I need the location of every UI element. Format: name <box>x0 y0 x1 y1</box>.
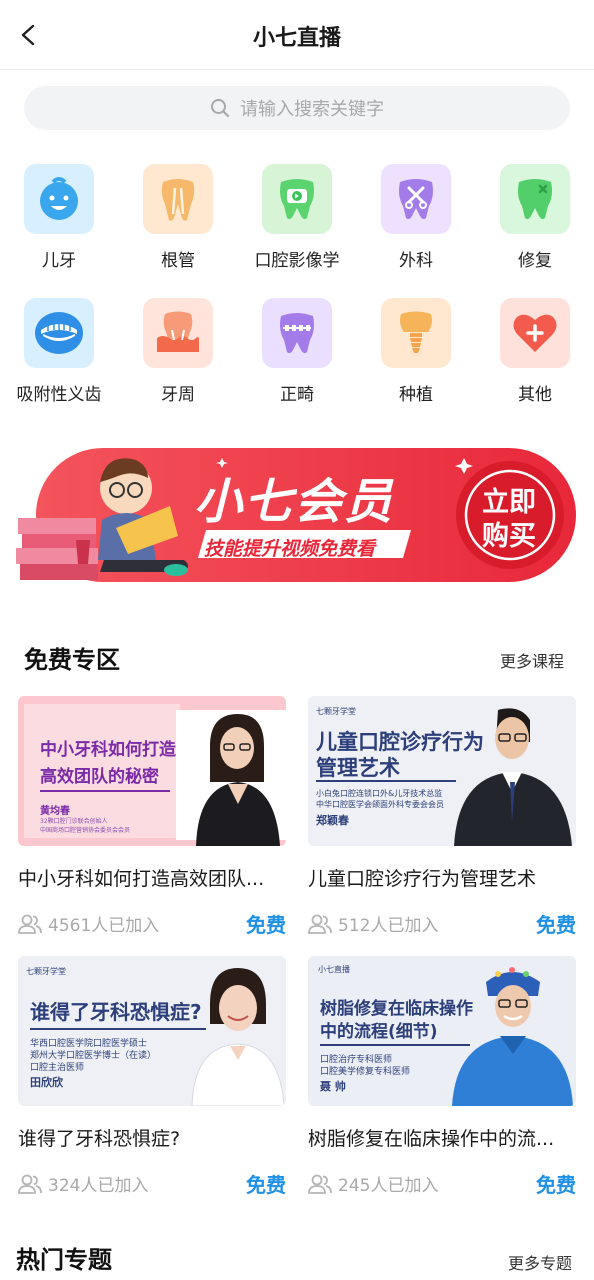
tooth-root-icon <box>143 164 213 234</box>
free-section-title: 免费专区 <box>24 646 120 674</box>
repair-tooth-icon <box>500 164 570 234</box>
users-icon <box>18 914 42 934</box>
membership-banner[interactable]: 小七会员 技能提升视频免费看 立即 购买 <box>16 440 578 588</box>
thumb-speaker: 郑颖春 <box>316 814 349 827</box>
page-title: 小七直播 <box>252 26 341 51</box>
category-item-other[interactable]: 其他 <box>476 298 594 408</box>
buy-now-line2: 购买 <box>482 521 536 552</box>
brand-logo: 七颗牙学堂 <box>26 967 66 976</box>
thumb-line1: 小白兔口腔连锁口外&儿牙技术总监 <box>316 789 443 798</box>
category-item-periodontal[interactable]: 牙周 <box>119 298 237 408</box>
course-thumbnail: 中小牙科如何打造 高效团队的秘密 黄均春 32颗口腔门诊联合创始人 中国商场口腔… <box>18 696 286 846</box>
users-icon <box>308 1174 332 1194</box>
speaker-photo <box>196 714 280 846</box>
speaker-photo <box>452 967 573 1106</box>
baby-face-icon <box>24 164 94 234</box>
category-item-orthodontics[interactable]: 正畸 <box>238 298 356 408</box>
course-meta: 4561人已加入 免费 <box>18 909 286 938</box>
course-title: 树脂修复在临床操作中的流... <box>308 1128 555 1150</box>
more-courses-link[interactable]: 更多课程 <box>500 648 564 672</box>
thumb-headline1: 中小牙科如何打造 <box>40 740 176 760</box>
course-title: 儿童口腔诊疗行为管理艺术 <box>308 868 537 890</box>
thumb-headline2: 管理艺术 <box>316 756 400 780</box>
hot-section-title: 热门专题 <box>16 1246 112 1274</box>
category-label: 外科 <box>399 251 433 271</box>
more-topics-link[interactable]: 更多专题 <box>508 1250 572 1274</box>
course-title: 谁得了牙科恐惧症? <box>18 1128 181 1150</box>
price-label: 免费 <box>246 913 286 937</box>
course-thumbnail: 小七直播 树脂修复在临床操作 中的流程(细节) 口腔治疗专科医师 口腔美学修复专… <box>308 956 576 1106</box>
category-label: 其他 <box>518 385 552 405</box>
thumb-line2: 口腔美学修复专科医师 <box>320 1067 411 1077</box>
gum-tooth-icon <box>143 298 213 368</box>
thumb-speaker: 田欣欣 <box>30 1076 63 1089</box>
price-label: 免费 <box>536 1173 576 1197</box>
course-card[interactable]: 七颗牙学堂 儿童口腔诊疗行为 管理艺术 小白兔口腔连锁口外&儿牙技术总监 中华口… <box>308 696 576 938</box>
price-label: 免费 <box>246 1173 286 1197</box>
category-label: 口腔影像学 <box>254 251 340 271</box>
thumb-headline2: 中的流程(细节) <box>320 1022 438 1042</box>
thumb-line2: 中华口腔医学会颌面外科专委会会员 <box>316 800 444 809</box>
category-item-implant[interactable]: 种植 <box>357 298 475 408</box>
search-icon <box>210 98 230 118</box>
thumb-headline2: 高效团队的秘密 <box>40 767 159 787</box>
category-item-imaging[interactable]: 口腔影像学 <box>238 164 356 274</box>
users-icon <box>308 914 332 934</box>
course-meta: 512人已加入 免费 <box>308 909 576 938</box>
course-meta: 324人已加入 免费 <box>18 1169 286 1198</box>
joined-count: 512人已加入 <box>338 916 439 936</box>
joined-count: 245人已加入 <box>338 1176 439 1196</box>
course-meta: 245人已加入 免费 <box>308 1169 576 1198</box>
course-card[interactable]: 七颗牙学堂 谁得了牙科恐惧症? 华西口腔医学院口腔医学硕士 郑州大学口腔医学博士… <box>18 956 286 1198</box>
thumb-line3: 口腔主治医师 <box>30 1063 85 1073</box>
thumb-line2: 中国商场口腔营销协会委员会会员 <box>40 827 131 834</box>
thumb-headline1: 树脂修复在临床操作 <box>320 999 473 1019</box>
search-input[interactable]: 请输入搜索关键字 <box>24 86 570 130</box>
thumb-line1: 32颗口腔门诊联合创始人 <box>40 818 108 825</box>
joined-count: 4561人已加入 <box>48 916 160 936</box>
course-card[interactable]: 小七直播 树脂修复在临床操作 中的流程(细节) 口腔治疗专科医师 口腔美学修复专… <box>308 956 576 1198</box>
thumb-speaker: 聂 帅 <box>320 1080 346 1093</box>
heart-plus-icon <box>500 298 570 368</box>
category-label: 吸附性义齿 <box>16 385 102 405</box>
category-item-repair[interactable]: 修复 <box>476 164 594 274</box>
course-thumbnail: 七颗牙学堂 谁得了牙科恐惧症? 华西口腔医学院口腔医学硕士 郑州大学口腔医学博士… <box>18 956 286 1106</box>
category-label: 牙周 <box>161 385 195 405</box>
course-thumbnail: 七颗牙学堂 儿童口腔诊疗行为 管理艺术 小白兔口腔连锁口外&儿牙技术总监 中华口… <box>308 696 576 846</box>
banner-subtitle: 技能提升视频免费看 <box>204 538 376 560</box>
category-item-surgery[interactable]: 外科 <box>357 164 475 274</box>
joined-count: 324人已加入 <box>48 1176 149 1196</box>
category-label: 根管 <box>161 251 195 271</box>
speaker-photo <box>191 968 285 1106</box>
category-label: 儿牙 <box>42 251 76 271</box>
search-placeholder: 请输入搜索关键字 <box>240 99 384 120</box>
course-title: 中小牙科如何打造高效团队... <box>18 868 265 890</box>
tooth-video-icon <box>262 164 332 234</box>
page: 小七直播 请输入搜索关键字 儿牙 根管 口腔影像学 外科 修复 吸附性义齿 牙周… <box>0 0 594 1280</box>
brand-logo: 小七直播 <box>318 965 350 974</box>
thumb-speaker: 黄均春 <box>40 806 70 817</box>
braces-tooth-icon <box>262 298 332 368</box>
price-label: 免费 <box>536 913 576 937</box>
surgery-tooth-icon <box>381 164 451 234</box>
category-label: 正畸 <box>280 385 314 405</box>
banner-title: 小七会员 <box>194 474 395 530</box>
category-label: 种植 <box>399 385 433 405</box>
implant-icon <box>381 298 451 368</box>
thumb-headline1: 谁得了牙科恐惧症? <box>30 1000 202 1024</box>
category-item-denture[interactable]: 吸附性义齿 <box>0 298 118 408</box>
course-card[interactable]: 中小牙科如何打造 高效团队的秘密 黄均春 32颗口腔门诊联合创始人 中国商场口腔… <box>18 696 286 938</box>
denture-icon <box>24 298 94 368</box>
brand-logo: 七颗牙学堂 <box>316 707 356 716</box>
category-label: 修复 <box>518 251 552 271</box>
top-bar: 小七直播 <box>0 0 594 70</box>
users-icon <box>18 1174 42 1194</box>
category-item-root-canal[interactable]: 根管 <box>119 164 237 274</box>
category-item-kids[interactable]: 儿牙 <box>0 164 118 274</box>
